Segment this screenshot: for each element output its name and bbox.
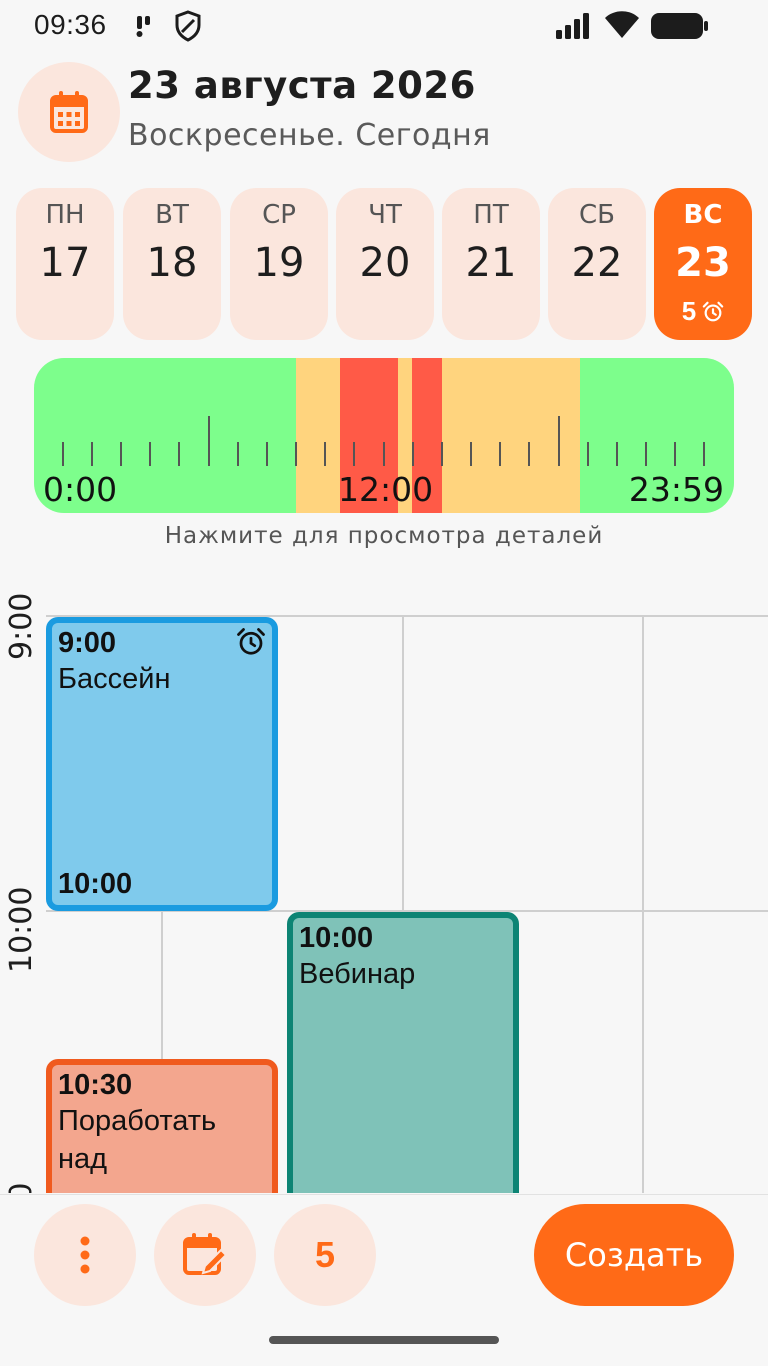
day-name: ПН	[45, 200, 85, 230]
day-number: 18	[146, 240, 198, 286]
day-name: СР	[262, 200, 296, 230]
alarm-clock-icon	[702, 301, 724, 321]
page-subtitle: Воскресенье. Сегодня	[128, 118, 491, 153]
day-number: 19	[253, 240, 305, 286]
edit-calendar-icon	[183, 1233, 228, 1275]
event-card[interactable]: 10:30 Поработать над	[46, 1059, 278, 1193]
calendar-icon	[50, 91, 88, 133]
page-title: 23 августа 2026	[128, 64, 476, 107]
timeline-hint: Нажмите для просмотра деталей	[164, 523, 604, 549]
day-number: 17	[39, 240, 91, 286]
event-title: Бассейн	[58, 663, 171, 695]
day-tuesday[interactable]: ВТ 18	[123, 188, 221, 340]
day-number: 22	[571, 240, 623, 286]
day-timeline[interactable]: 0:00 12:00 23:59	[34, 358, 734, 513]
day-sunday-selected[interactable]: ВС 23 5	[654, 188, 752, 340]
notification-alert-icon	[136, 16, 150, 37]
event-start-time: 10:30	[58, 1069, 133, 1101]
event-end-time: 10:00	[58, 868, 133, 900]
timeline-start-label: 0:00	[43, 470, 118, 509]
event-start-time: 9:00	[58, 627, 117, 659]
more-vertical-icon	[80, 1236, 90, 1274]
schedule-grid[interactable]: 9:00 10:00 11:00 9:00 Бассейн 10:00 10:0…	[0, 565, 768, 1193]
day-number: 21	[465, 240, 517, 286]
battery-icon	[651, 13, 708, 39]
edit-calendar-button[interactable]	[154, 1204, 256, 1306]
alarms-count-label: 5	[314, 1234, 336, 1275]
event-card[interactable]: 9:00 Бассейн 10:00	[46, 617, 278, 911]
timeline-end-label: 23:59	[628, 470, 724, 509]
alarm-count-badge: 5	[654, 296, 752, 327]
home-indicator[interactable]	[269, 1336, 499, 1344]
week-strip: ПН 17 ВТ 18 СР 19 ЧТ 20 ПТ 21 СБ 22 ВС 2…	[16, 188, 752, 342]
day-name: ВТ	[155, 200, 189, 230]
create-button[interactable]: Создать	[534, 1204, 734, 1306]
day-thursday[interactable]: ЧТ 20	[336, 188, 434, 340]
shield-icon	[175, 10, 201, 42]
calendar-picker-button[interactable]	[18, 62, 120, 162]
alarms-count-button[interactable]: 5	[274, 1204, 376, 1306]
cellular-signal-icon	[556, 13, 589, 39]
day-name: СБ	[579, 200, 615, 230]
hour-label: 9:00	[4, 592, 39, 660]
event-title: Поработать над	[58, 1105, 217, 1175]
event-card[interactable]: 10:00 Вебинар	[287, 912, 519, 1193]
day-name: ПТ	[473, 200, 509, 230]
more-options-button[interactable]	[34, 1204, 136, 1306]
status-bar: 09:36	[0, 0, 768, 52]
alarm-count: 5	[681, 296, 697, 326]
timeline-mid-label: 12:00	[338, 470, 434, 509]
status-time: 09:36	[34, 9, 107, 40]
day-name: ЧТ	[368, 200, 402, 230]
day-number: 23	[675, 240, 731, 286]
day-monday[interactable]: ПН 17	[16, 188, 114, 340]
column-gridline	[402, 615, 404, 910]
day-wednesday[interactable]: СР 19	[230, 188, 328, 340]
day-friday[interactable]: ПТ 21	[442, 188, 540, 340]
alarm-clock-icon	[237, 628, 265, 655]
day-saturday[interactable]: СБ 22	[548, 188, 646, 340]
wifi-icon	[605, 11, 639, 38]
column-gridline	[642, 910, 644, 1193]
event-start-time: 10:00	[299, 922, 374, 954]
day-number: 20	[359, 240, 411, 286]
event-title: Вебинар	[299, 958, 416, 990]
day-name: ВС	[683, 200, 723, 230]
hour-label: 11:00	[4, 1183, 39, 1193]
column-gridline	[642, 615, 644, 910]
hour-label: 10:00	[4, 886, 39, 973]
